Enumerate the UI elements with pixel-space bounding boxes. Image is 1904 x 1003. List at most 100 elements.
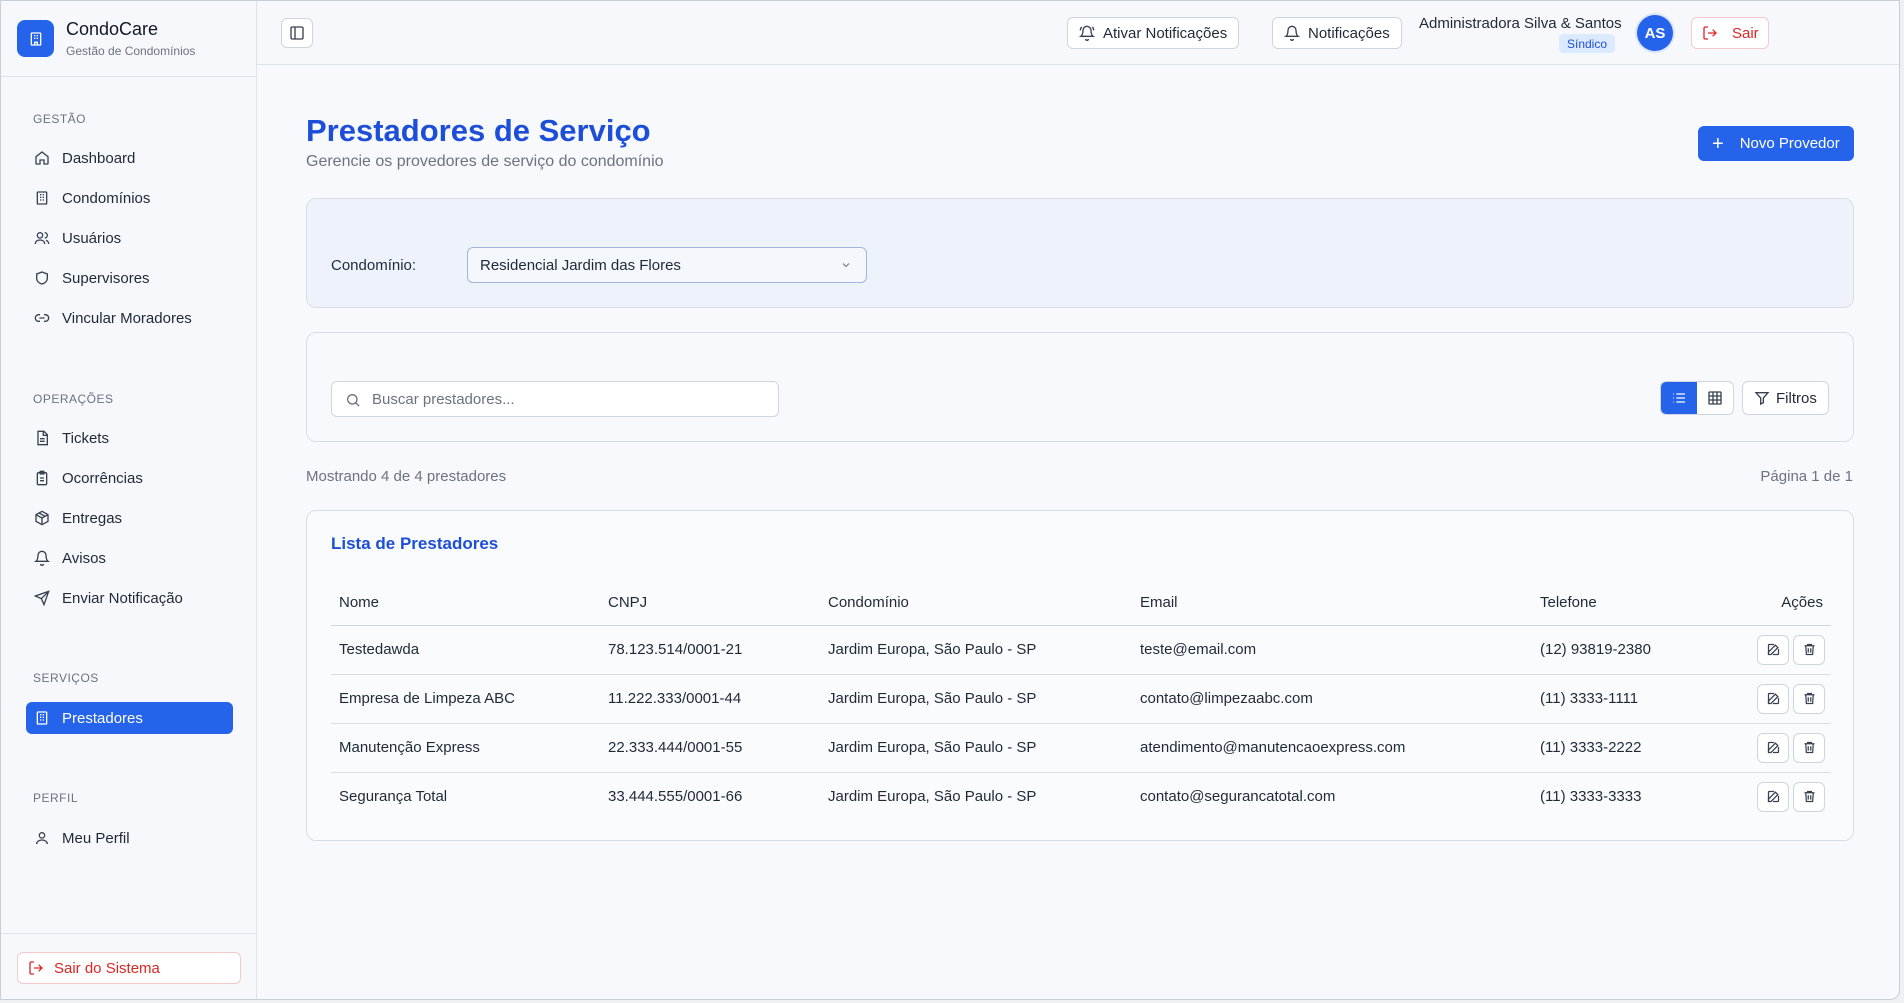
role-badge: Síndico [1559,34,1616,53]
edit-button[interactable] [1757,683,1789,714]
cell-email: teste@email.com [1132,625,1532,675]
condominium-filter-label: Condomínio: [331,257,417,274]
logout-icon [1702,25,1718,41]
cell-acoes [1702,723,1831,773]
sidebar-toggle-button[interactable] [281,18,313,48]
delete-button[interactable] [1793,732,1825,763]
sidebar-item-enviar-notificacao[interactable]: Enviar Notificação [26,582,233,614]
app-name: CondoCare [66,19,159,39]
sidebar-item-tickets[interactable]: Tickets [26,422,233,454]
enable-notifications-button[interactable]: Ativar Notificações [1067,17,1240,49]
topbar: Ativar Notificações Notificações Adminis… [257,1,1899,65]
cell-nome: Testedawda [331,625,600,675]
sidebar-item-label: Prestadores [62,709,143,727]
table-title: Lista de Prestadores [331,534,499,553]
column-header[interactable]: CNPJ [600,581,820,626]
cell-acoes [1702,772,1831,821]
page-subtitle: Gerencie os provedores de serviço do con… [306,153,664,170]
column-header[interactable]: Nome [331,581,600,626]
table-row[interactable]: Testedawda 78.123.514/0001-21 Jardim Eur… [331,625,1831,675]
grid-view-button[interactable] [1697,382,1733,414]
sidebar-item-label: Tickets [62,429,109,447]
cell-telefone: (11) 3333-2222 [1532,723,1702,773]
cell-telefone: (11) 3333-3333 [1540,788,1642,806]
sidebar-item-ocorrencias[interactable]: Ocorrências [26,462,233,494]
users-icon [34,230,50,246]
sidebar-item-avisos[interactable]: Avisos [26,542,233,574]
filters-label: Filtros [1776,389,1817,407]
delete-button[interactable] [1793,634,1825,665]
cell-acoes [1702,674,1831,724]
trash-icon [1802,789,1817,804]
column-header[interactable]: Email [1132,581,1532,626]
table-row[interactable]: Empresa de Limpeza ABC 11.222.333/0001-4… [331,674,1831,724]
logout-icon [28,960,44,976]
cell-condominio: Jardim Europa, São Paulo - SP [820,674,1132,724]
pagination-info: Página 1 de 1 [1760,468,1853,485]
delete-button[interactable] [1793,781,1825,812]
logout-button[interactable]: Sair [1691,17,1769,49]
sidebar: CondoCare Gestão de Condomínios GESTÃO D… [1,1,257,999]
list-view-button[interactable] [1661,382,1697,414]
edit-icon [1766,642,1781,657]
edit-button[interactable] [1757,732,1789,763]
results-count: Mostrando 4 de 4 prestadores [306,468,507,485]
sidebar-item-label: Meu Perfil [62,829,130,847]
column-header[interactable]: Telefone [1532,581,1702,626]
system-logout-label: Sair do Sistema [54,959,160,977]
sidebar-item-entregas[interactable]: Entregas [26,502,233,534]
logout-label: Sair [1732,24,1759,42]
building-icon [34,710,50,726]
trash-icon [1802,691,1817,706]
table-row[interactable]: Manutenção Express 22.333.444/0001-55 Ja… [331,723,1831,773]
trash-icon [1802,642,1817,657]
sidebar-item-meu-perfil[interactable]: Meu Perfil [26,822,233,854]
filters-button[interactable]: Filtros [1742,381,1829,415]
sidebar-item-usuarios[interactable]: Usuários [26,222,233,254]
new-provider-button[interactable]: + Novo Provedor [1698,126,1854,161]
avatar[interactable]: AS [1637,15,1673,51]
cell-nome: Segurança Total [339,788,448,806]
sidebar-item-condominios[interactable]: Condomínios [26,182,233,214]
bell-ring-icon [1079,25,1095,41]
search-icon [345,392,361,408]
providers-table-card: Lista de Prestadores Nome CNPJ Condomíni… [306,510,1854,841]
building-logo-icon [17,20,54,57]
edit-button[interactable] [1757,634,1789,665]
cell-condominio: Jardim Europa, São Paulo - SP [820,625,1132,675]
sidebar-item-supervisores[interactable]: Supervisores [26,262,233,294]
chevron-down-icon [840,259,852,271]
sidebar-item-vincular-moradores[interactable]: Vincular Moradores [26,302,233,334]
cell-nome: Manutenção Express [331,723,600,773]
edit-button[interactable] [1757,781,1789,812]
sidebar-item-label: Enviar Notificação [62,589,183,607]
cell-cnpj: 78.123.514/0001-21 [600,625,820,675]
cell-acoes [1702,625,1831,675]
bell-icon [1284,25,1300,41]
brand: CondoCare Gestão de Condomínios [1,1,256,77]
view-toggle [1660,381,1734,415]
sidebar-item-label: Usuários [62,229,122,247]
search-placeholder: Buscar prestadores... [372,390,515,408]
link-icon [34,310,50,326]
system-logout-button[interactable]: Sair do Sistema [17,952,241,984]
cell-cnpj: 11.222.333/0001-44 [600,674,820,724]
delete-button[interactable] [1793,683,1825,714]
list-icon [1671,390,1687,406]
sidebar-item-prestadores[interactable]: Prestadores [26,702,233,734]
panel-left-icon [289,25,305,41]
nav-group-perfil: PERFIL [33,791,79,805]
building-icon [34,190,50,206]
search-card: Buscar prestadores... Filtros [306,332,1854,442]
sidebar-item-dashboard[interactable]: Dashboard [26,142,233,174]
trash-icon [1802,740,1817,755]
app-subtitle: Gestão de Condomínios [66,44,196,58]
column-header[interactable]: Condomínio [820,581,1132,626]
notifications-button[interactable]: Notificações [1272,17,1402,49]
condominium-select[interactable]: Residencial Jardim das Flores [467,247,867,283]
cell-email: atendimento@manutencaoexpress.com [1132,723,1532,773]
cell-cnpj: 22.333.444/0001-55 [600,723,820,773]
edit-icon [1766,740,1781,755]
search-input[interactable]: Buscar prestadores... [331,381,779,417]
table-row[interactable]: Segurança Total 33.444.555/0001-66 Jardi… [331,772,1831,821]
